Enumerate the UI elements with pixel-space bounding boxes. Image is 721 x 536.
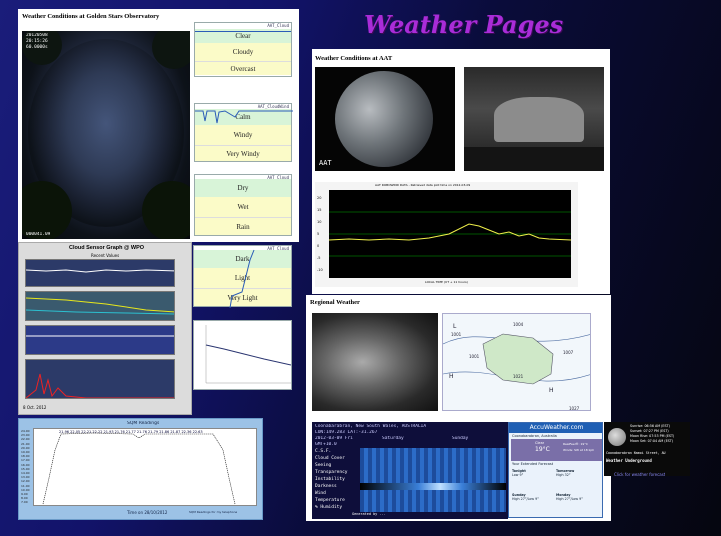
gso-allsky-image: 20120508 20:15:26 60.0000s 000041.09 (22, 31, 190, 239)
rain-gauge: AAT_Cloud Dry Wet Rain (194, 174, 292, 236)
accu-day-value: High 32° (556, 473, 571, 477)
cloud-sensor-date: 8 Oct. 2012 (23, 405, 47, 410)
csc-row-label: C.S.F. (315, 449, 332, 454)
sqm-panel: SQM Readings 21.96 22.05 22.21 22.22 21.… (18, 418, 263, 520)
svg-text:1021: 1021 (513, 374, 524, 379)
aat-y-ticks: 20 15 10 5 0 -5 -10 (317, 192, 323, 276)
sky-brightness-graph (193, 320, 292, 390)
csc-row-label: Seeing (315, 463, 332, 468)
aat-y-tick: -10 (317, 268, 323, 272)
gauge-label-wet: Wet (237, 203, 249, 211)
cloud-sensor-sub: Recent Values (91, 253, 120, 258)
csc-row-label: % Humidity (315, 505, 343, 510)
aat-y-tick: -5 (317, 256, 321, 260)
accuweather-widget: AccuWeather.com Coonabarabran, Australia… (508, 422, 603, 518)
clear-sky-chart: Coonabarabran, New South Wales, AUSTRALI… (312, 422, 508, 519)
accu-brand: AccuWeather.com (509, 423, 602, 433)
accu-forecast: Tonight Low 9° Tomorrow High 32° Sunday High … (512, 469, 602, 517)
gauge-label-dry: Dry (237, 184, 249, 192)
satellite-image (312, 313, 438, 411)
wu-rows: Sunrise: 06:56 AM (EST) Sunset: 07:27 PM … (630, 424, 674, 444)
aat-y-tick: 10 (317, 220, 322, 224)
sqm-y-tick: 17.00 (21, 458, 30, 463)
sqm-footer: Time on 28/10/2012 (127, 510, 168, 515)
aat-y-tick: 5 (317, 232, 320, 236)
gauge-label-overcast: Overcast (230, 64, 256, 73)
gauge-label-clear: Clear (235, 32, 251, 40)
svg-text:H: H (449, 373, 454, 380)
svg-text:1001: 1001 (451, 332, 462, 337)
csc-row-label: Darkness (315, 484, 337, 489)
wind-gauge: AAT_CloudWind Calm Windy Very Windy (194, 103, 293, 162)
csc-row-label: Cloud Cover (315, 456, 345, 461)
wu-link[interactable]: Click for weather forecast (614, 472, 665, 477)
cloud-sensor-panel: Cloud Sensor Graph @ WPO Recent Values 8… (18, 242, 192, 415)
accu-day: Tomorrow High 32° (556, 469, 600, 493)
svg-text:L: L (453, 323, 457, 330)
aat-y-tick: 15 (317, 208, 322, 212)
svg-text:H: H (549, 387, 554, 394)
csc-row-label: Temperature (315, 498, 345, 503)
cam-bottom-code: 000041.09 (26, 232, 51, 237)
accu-day: Monday High 27°/Low 9° (556, 493, 600, 517)
aat-xlabel: LOCAL TIME (UT + 11 hours) (425, 280, 468, 284)
pressure-map: L 1001 1004 1001 1007 H 1021 H 1027 (442, 313, 591, 411)
aat-y-tick: 0 (317, 244, 320, 248)
aat-y-tick: 20 (317, 196, 322, 200)
sqm-y-tick: 22.00 (21, 437, 30, 442)
accu-day-value: High 27°/Low 9° (556, 497, 583, 501)
svg-text:1004: 1004 (513, 322, 524, 327)
sqm-title: SQM Readings (127, 421, 160, 426)
aat-wind-plot: AAT ROBOWIND DATA - Retrieved data plot … (315, 182, 578, 287)
light-gauge: AAT_Cloud Dark Light Very Light (193, 245, 292, 308)
csc-row-label: Transparency (315, 470, 348, 475)
wu-row: Moon Set: 07:04 AM (EST) (630, 439, 674, 443)
svg-text:1007: 1007 (563, 350, 574, 355)
aat-allsky-image: AAT (315, 67, 455, 171)
gauge-label-windy: Windy (233, 131, 253, 139)
sqm-y-ticks: 24.00 23.00 22.00 21.00 20.00 19.00 18.00 17.00… (21, 429, 30, 505)
cam-exposure: 60.0000s (26, 45, 48, 50)
svg-text:1027: 1027 (569, 406, 580, 411)
accu-temp: 19°C (535, 446, 550, 453)
gauge-label-very-windy: Very Windy (226, 149, 260, 158)
svg-text:1001: 1001 (469, 354, 480, 359)
aat-panel: Weather Conditions at AAT AAT AAT ROBOWI… (312, 49, 610, 294)
gso-caption: Weather Conditions at Golden Stars Obser… (22, 13, 160, 20)
aat-caption: Weather Conditions at AAT (315, 55, 393, 62)
aat-dome-photo (464, 67, 604, 171)
gauge-label-rain: Rain (236, 222, 250, 231)
regional-panel: Regional Weather L 1001 1004 1001 1007 H 10… (306, 295, 611, 521)
csc-rows: C.S.F. Cloud Cover Seeing Transparency Insta… (315, 448, 348, 511)
accu-day-value: High 27°/Low 9° (512, 497, 539, 501)
wunderground-widget: Sunrise: 06:56 AM (EST) Sunset: 07:27 PM … (604, 422, 690, 476)
accu-day: Sunday High 27°/Low 9° (512, 493, 556, 517)
gauge-label-cloudy: Cloudy (232, 48, 254, 56)
csc-row-label: Instability (315, 477, 345, 482)
cloud-sensor-title: Cloud Sensor Graph @ WPO (69, 245, 145, 251)
csc-row-label: Wind (315, 491, 326, 496)
sqm-legend: SQM Readings for my telephone (189, 510, 238, 514)
sqm-plot (42, 432, 236, 505)
accu-day: Tonight Low 9° (512, 469, 556, 493)
sqm-y-tick: 7.00 (21, 500, 28, 505)
regional-caption: Regional Weather (310, 299, 360, 306)
aat-cam-label: AAT (319, 159, 332, 167)
accu-day-value: Low 9° (512, 473, 524, 477)
gso-panel: Weather Conditions at Golden Stars Obser… (18, 9, 299, 242)
cloud-gauge: AAT_Cloud Clear Cloudy Overcast (194, 22, 292, 77)
page-title: Weather Pages (364, 10, 564, 39)
wu-brand: Weather Underground (606, 458, 652, 463)
